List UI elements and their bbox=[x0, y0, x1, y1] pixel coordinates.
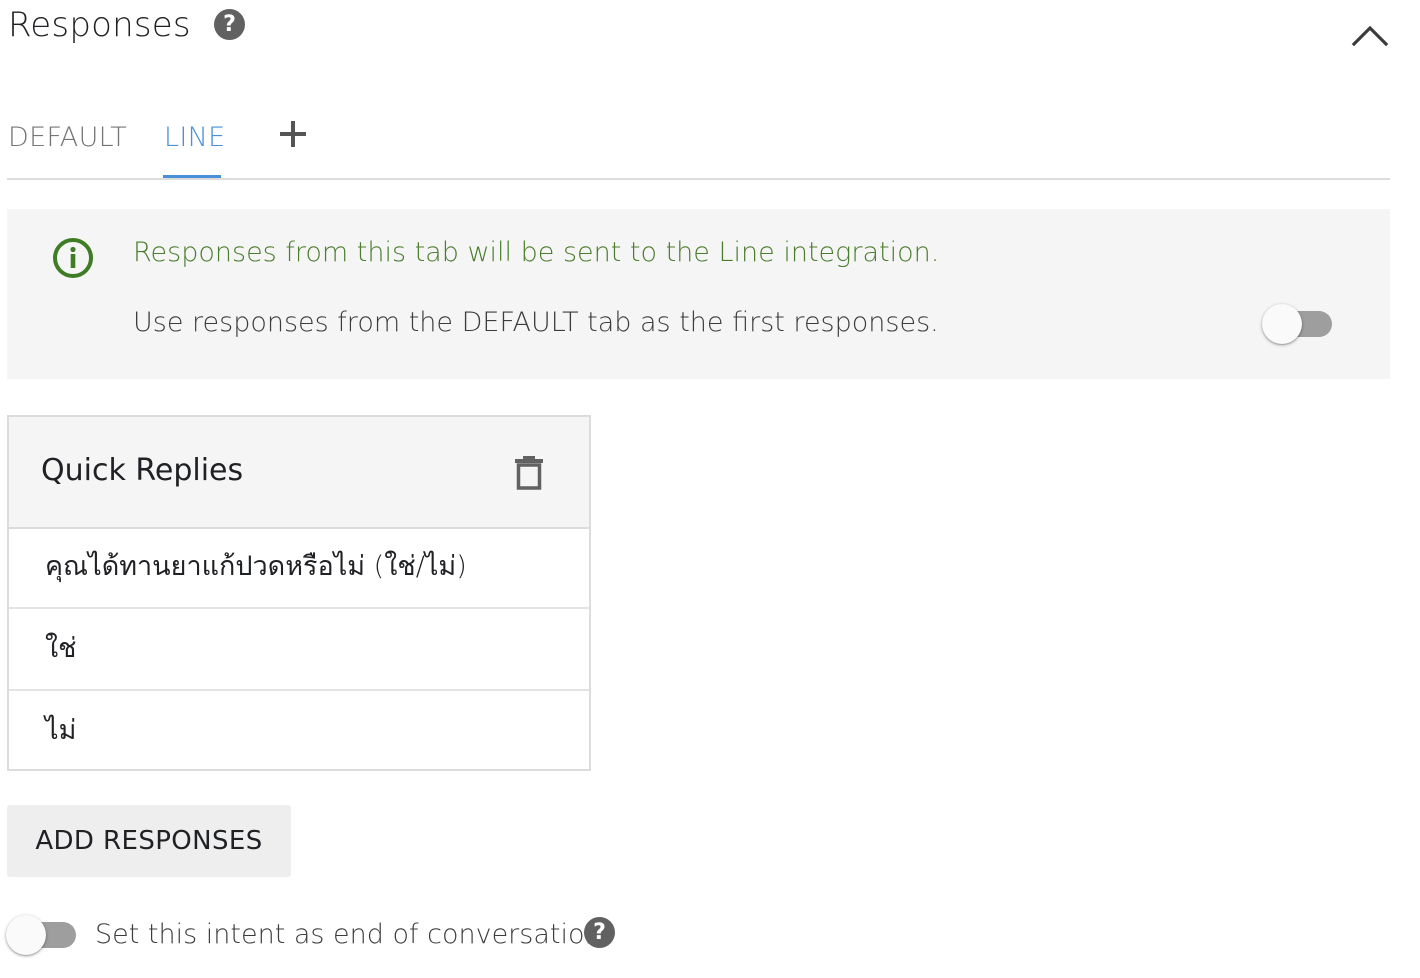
quick-replies-card: Quick Replies คุณได้ทานยาแก้ปวดหรือไม่ (… bbox=[7, 415, 591, 771]
quick-reply-item[interactable]: ไม่ bbox=[9, 691, 589, 771]
quick-reply-text: ไม่ bbox=[45, 715, 77, 746]
help-icon[interactable]: ? bbox=[214, 9, 245, 40]
quick-replies-header: Quick Replies bbox=[9, 417, 589, 529]
default-responses-toggle-label: Use responses from the DEFAULT tab as th… bbox=[133, 307, 939, 338]
tab-line[interactable]: LINE bbox=[164, 120, 225, 156]
info-message: Responses from this tab will be sent to … bbox=[133, 237, 940, 268]
plus-icon bbox=[280, 121, 306, 147]
end-conversation-label: Set this intent as end of conversation bbox=[95, 919, 602, 950]
quick-reply-item[interactable]: คุณได้ทานยาแก้ปวดหรือไม่ (ใช่/ไม่) bbox=[9, 527, 589, 609]
default-responses-toggle[interactable] bbox=[1262, 304, 1334, 344]
help-icon[interactable]: ? bbox=[584, 917, 615, 948]
add-responses-button[interactable]: ADD RESPONSES bbox=[7, 805, 291, 877]
info-banner: Responses from this tab will be sent to … bbox=[7, 209, 1390, 379]
toggle-thumb bbox=[1262, 304, 1302, 344]
active-tab-indicator bbox=[163, 175, 221, 178]
trash-icon[interactable] bbox=[512, 455, 546, 491]
quick-reply-text: คุณได้ทานยาแก้ปวดหรือไม่ (ใช่/ไม่) bbox=[45, 551, 467, 582]
end-conversation-toggle[interactable] bbox=[6, 915, 78, 955]
tab-default[interactable]: DEFAULT bbox=[8, 120, 127, 156]
add-tab-button[interactable] bbox=[277, 118, 309, 150]
response-tabs: DEFAULT LINE bbox=[7, 108, 1390, 180]
page-title: Responses bbox=[8, 5, 191, 45]
quick-reply-item[interactable]: ใช่ bbox=[9, 609, 589, 691]
info-icon bbox=[52, 237, 94, 279]
quick-replies-title: Quick Replies bbox=[41, 453, 244, 488]
toggle-thumb bbox=[6, 915, 46, 955]
quick-reply-text: ใช่ bbox=[45, 633, 77, 664]
chevron-up-icon[interactable] bbox=[1350, 18, 1390, 54]
